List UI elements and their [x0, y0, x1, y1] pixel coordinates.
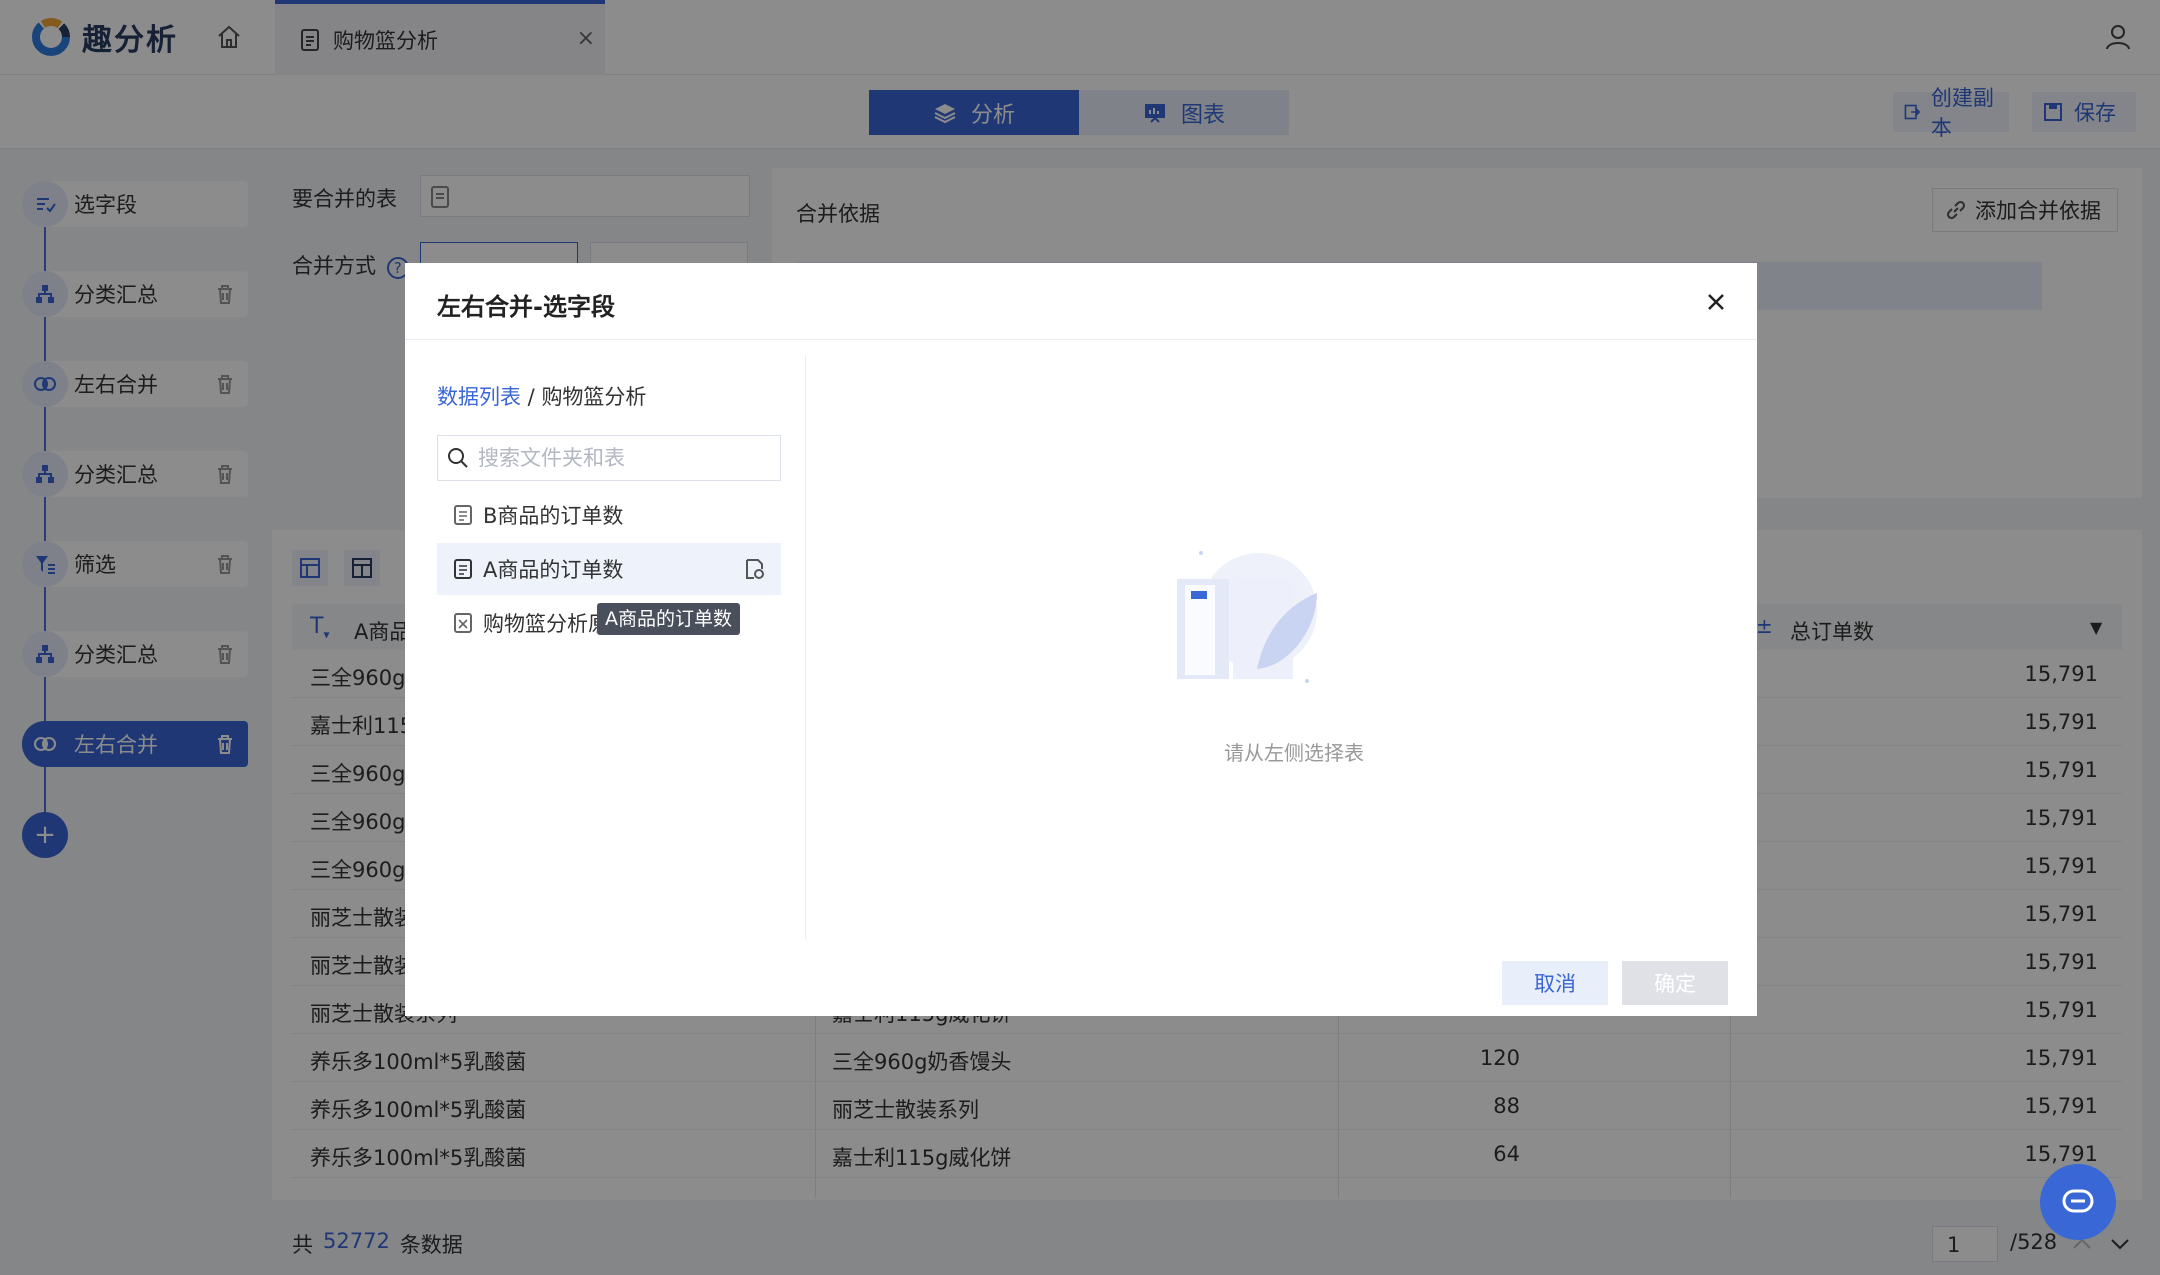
close-icon[interactable]: [1699, 285, 1733, 319]
customer-service-button[interactable]: [2040, 1164, 2116, 1240]
preview-table-icon[interactable]: [743, 557, 767, 581]
table-file-icon: [454, 505, 472, 525]
dialog-title: 左右合并-选字段: [437, 293, 615, 321]
confirm-button[interactable]: 确定: [1622, 961, 1728, 1005]
table-list-item[interactable]: B商品的订单数: [437, 489, 781, 541]
chat-support-icon: [2062, 1189, 2094, 1213]
search-icon: [448, 448, 468, 468]
breadcrumb-separator: /: [521, 385, 542, 409]
item-tooltip: A商品的订单数: [597, 603, 740, 635]
empty-state-text: 请从左侧选择表: [1224, 741, 1364, 765]
excel-file-icon: [454, 613, 472, 633]
table-list-item-selected[interactable]: A商品的订单数: [437, 543, 781, 595]
table-list-item-label: 购物篮分析原: [483, 612, 609, 636]
table-file-icon: [454, 559, 472, 579]
breadcrumb-current: 购物篮分析: [541, 385, 647, 409]
table-list-item-label: A商品的订单数: [483, 558, 624, 582]
table-list-item-label: B商品的订单数: [483, 504, 624, 528]
select-fields-dialog: 左右合并-选字段 数据列表 / 购物篮分析 B商品的订单数 A商品的订单数 购物…: [405, 263, 1757, 1016]
dialog-column-divider: [805, 355, 806, 939]
dialog-divider: [405, 339, 1757, 340]
search-input[interactable]: [478, 446, 768, 470]
empty-state-illustration: [1167, 541, 1327, 691]
cancel-button[interactable]: 取消: [1502, 961, 1608, 1005]
table-search-box: [437, 435, 781, 481]
breadcrumb-root-link[interactable]: 数据列表: [437, 385, 521, 409]
breadcrumb: 数据列表 / 购物篮分析: [437, 381, 646, 411]
